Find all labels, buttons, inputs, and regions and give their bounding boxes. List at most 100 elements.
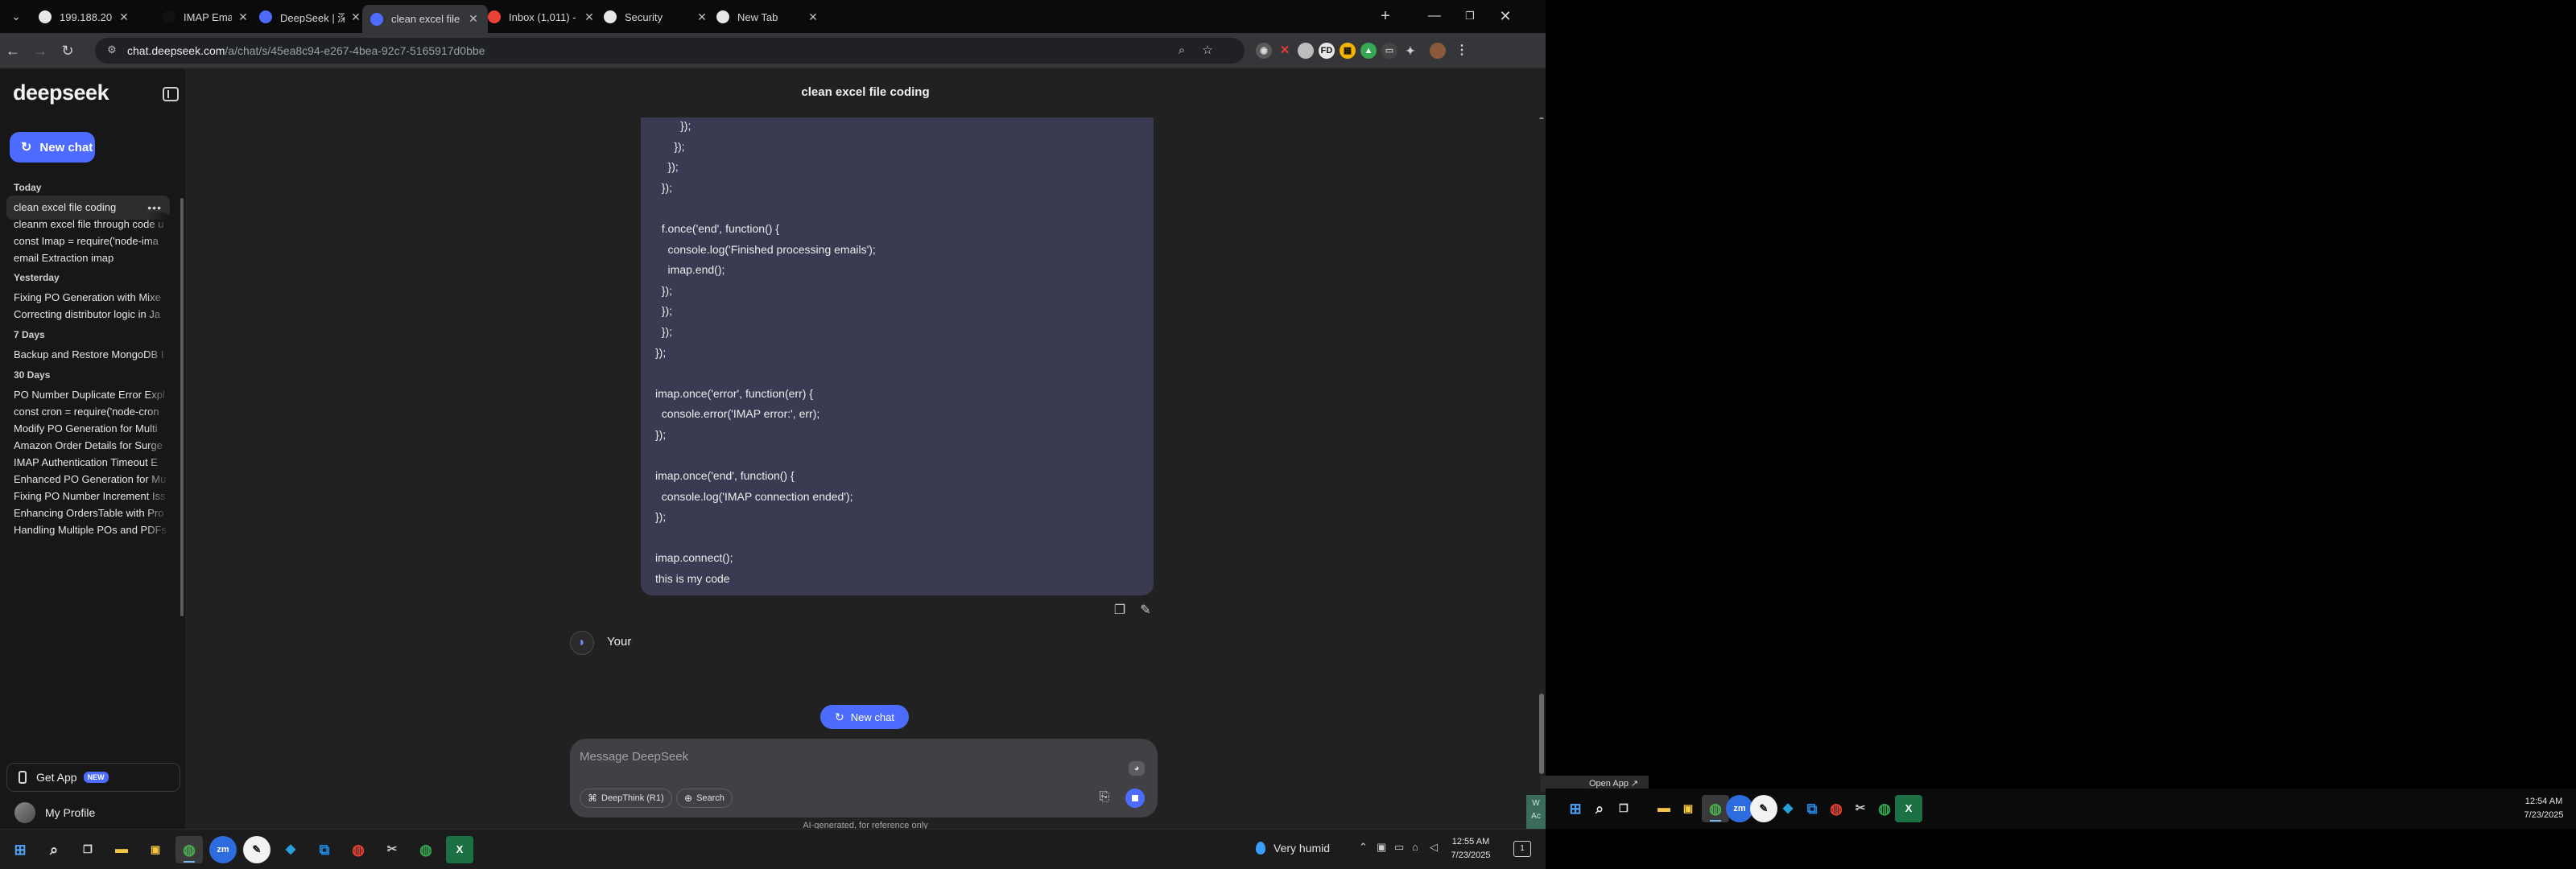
url-text[interactable]: chat.deepseek.com/a/chat/s/45ea8c94-e267… [127,44,485,57]
address-bar[interactable]: ⚙ chat.deepseek.com/a/chat/s/45ea8c94-e2… [95,38,1245,64]
get-app-button[interactable]: Get App NEW [6,763,180,792]
zoom-icon[interactable]: zm [209,836,237,863]
message-input[interactable] [580,747,1063,766]
taskbar-clock[interactable]: 12:55 AM 7/23/2025 [1447,835,1494,863]
browser-tab[interactable]: clean excel file coding - DeepS ✕ [362,5,488,33]
browser-tab[interactable]: 199.188.207.24:10000/dashboa ✕ [31,5,138,29]
profile-avatar-icon[interactable] [1430,43,1446,59]
tab-close-icon[interactable]: ✕ [467,12,480,26]
vscode-icon[interactable]: ⧉ [1798,795,1826,822]
search-toggle[interactable]: ⊕ Search [676,789,733,808]
forward-icon[interactable]: → [29,39,52,62]
extensions-puzzle-icon[interactable]: ✦ [1402,43,1418,59]
start-windows-icon[interactable]: ⊞ [6,836,34,863]
new-chat-floating-button[interactable]: ↻ New chat [820,705,909,729]
history-item[interactable]: email Extraction imap [6,246,170,270]
pen-app-icon[interactable]: ✎ [1750,795,1777,822]
close-window-icon[interactable]: ✕ [1488,0,1523,33]
reload-icon[interactable]: ↻ [56,39,79,62]
deepthink-toggle[interactable]: ⌘ DeepThink (R1) [580,789,672,808]
restore-icon[interactable]: ❐ [1452,0,1488,33]
chrome-alt-icon[interactable]: ◍ [412,836,440,863]
browser-tab[interactable]: IMAP Email Search Script ✕ [155,5,258,29]
zoom-icon[interactable]: zm [1726,795,1753,822]
chrome-icon[interactable]: ◍ [175,836,203,863]
new-chat-button[interactable]: ↻ New chat [10,132,95,163]
tab-close-icon[interactable]: ✕ [696,10,708,24]
tab-favicon-icon [370,12,383,26]
sourcetree-icon[interactable]: ◆ [1774,795,1802,822]
chrome-alt-icon[interactable]: ◍ [1871,795,1898,822]
copy-icon[interactable]: ❐ [1111,602,1129,620]
secondary-clock[interactable]: 12:54 AM 7/23/2025 [2518,795,2570,822]
browser-tab[interactable]: New Tab ✕ [708,5,828,29]
tray-battery-icon[interactable]: ▭ [1394,841,1404,854]
zoom-search-icon[interactable]: ⌕ [1174,43,1190,59]
tab-close-icon[interactable]: ✕ [807,10,819,24]
extension-yellow-icon[interactable]: ▦ [1340,43,1356,59]
tab-search-chevron-icon[interactable]: ⌄ [6,6,26,26]
notification-center-icon[interactable]: 1 [1513,841,1531,857]
tray-chevron-icon[interactable]: ⌃ [1359,841,1368,854]
tab-close-icon[interactable]: ✕ [349,10,362,24]
snipping-icon[interactable]: ✂ [378,836,406,863]
history-item[interactable]: Handling Multiple POs and PDFs [6,518,170,542]
bookmark-star-icon[interactable]: ☆ [1199,43,1216,59]
vscode-icon[interactable]: ⧉ [311,836,338,863]
my-profile-button[interactable]: My Profile [6,798,180,827]
collapse-sidebar-icon[interactable] [163,87,179,101]
snipping-icon[interactable]: ✂ [1847,795,1874,822]
search-icon[interactable]: ⌕ [1586,795,1613,822]
extension-circle-icon[interactable] [1298,43,1314,59]
attach-paperclip-icon[interactable]: ⎘ [1096,790,1113,806]
pen-app-icon[interactable]: ✎ [243,836,270,863]
edit-icon[interactable]: ✎ [1137,602,1154,620]
code-line: }); [655,427,667,441]
browser-tab[interactable]: Inbox (1,011) - usamabin2580 ✕ [480,5,604,29]
sidebar-scrollbar[interactable] [180,198,184,616]
tab-close-icon[interactable]: ✕ [237,10,250,24]
browser-tab[interactable]: DeepSeek | 深度求索 ✕ [251,5,370,29]
start-windows-icon[interactable]: ⊞ [1562,795,1589,822]
file-explorer-icon[interactable]: ▬ [1650,795,1678,822]
volume-icon[interactable]: ◁ [1430,841,1438,854]
extension-x-icon[interactable]: ✕ [1277,43,1293,59]
humidity-drop-icon [1256,842,1265,855]
history-item-label: IMAP Authentication Timeout E [14,456,158,468]
chat-scrollbar[interactable] [1539,694,1544,774]
tab-close-icon[interactable]: ✕ [118,10,130,24]
robot-icon[interactable]: ◕ [1129,761,1145,776]
network-icon[interactable]: ⌂ [1412,841,1418,853]
history-item-label: Handling Multiple POs and PDFs [14,524,167,536]
chrome-profile-icon[interactable]: ◍ [1823,795,1850,822]
stop-generation-button[interactable] [1125,789,1145,808]
task-view-icon[interactable]: ❐ [1610,795,1637,822]
weather-widget[interactable]: Very humid [1256,842,1330,855]
file-explorer-icon[interactable]: ▬ [108,836,135,863]
browser-tab[interactable]: Security ✕ [596,5,716,29]
store-icon[interactable]: ▣ [1674,795,1702,822]
chrome-profile-icon[interactable]: ◍ [345,836,372,863]
code-line: console.error('IMAP error:', err); [655,407,820,421]
extension-green-icon[interactable]: ▲ [1360,43,1377,59]
history-item[interactable]: Correcting distributor logic in Ja [6,303,170,327]
task-view-icon[interactable]: ❐ [74,836,101,863]
search-icon[interactable]: ⌕ [40,836,68,863]
tab-close-icon[interactable]: ✕ [583,10,596,24]
history-item[interactable]: Backup and Restore MongoDB I [6,343,170,367]
chrome-icon[interactable]: ◍ [1702,795,1729,822]
minimize-icon[interactable]: — [1417,0,1452,33]
excel-icon[interactable]: X [446,836,473,863]
sourcetree-icon[interactable]: ◆ [277,836,304,863]
new-tab-button[interactable]: + [1375,6,1396,27]
extension-spy-icon[interactable]: ◉ [1256,43,1272,59]
back-icon[interactable]: ← [2,39,24,62]
tray-app-icon[interactable]: ▣ [1377,841,1386,854]
extension-fd-icon[interactable]: FD [1319,43,1335,59]
store-icon[interactable]: ▣ [142,836,169,863]
extension-dark-icon[interactable]: ▭ [1381,43,1397,59]
site-info-icon[interactable]: ⚙ [105,43,119,58]
browser-menu-icon[interactable]: ⋮ [1454,43,1470,59]
code-line: imap.connect(); [655,551,733,565]
excel-icon[interactable]: X [1895,795,1922,822]
